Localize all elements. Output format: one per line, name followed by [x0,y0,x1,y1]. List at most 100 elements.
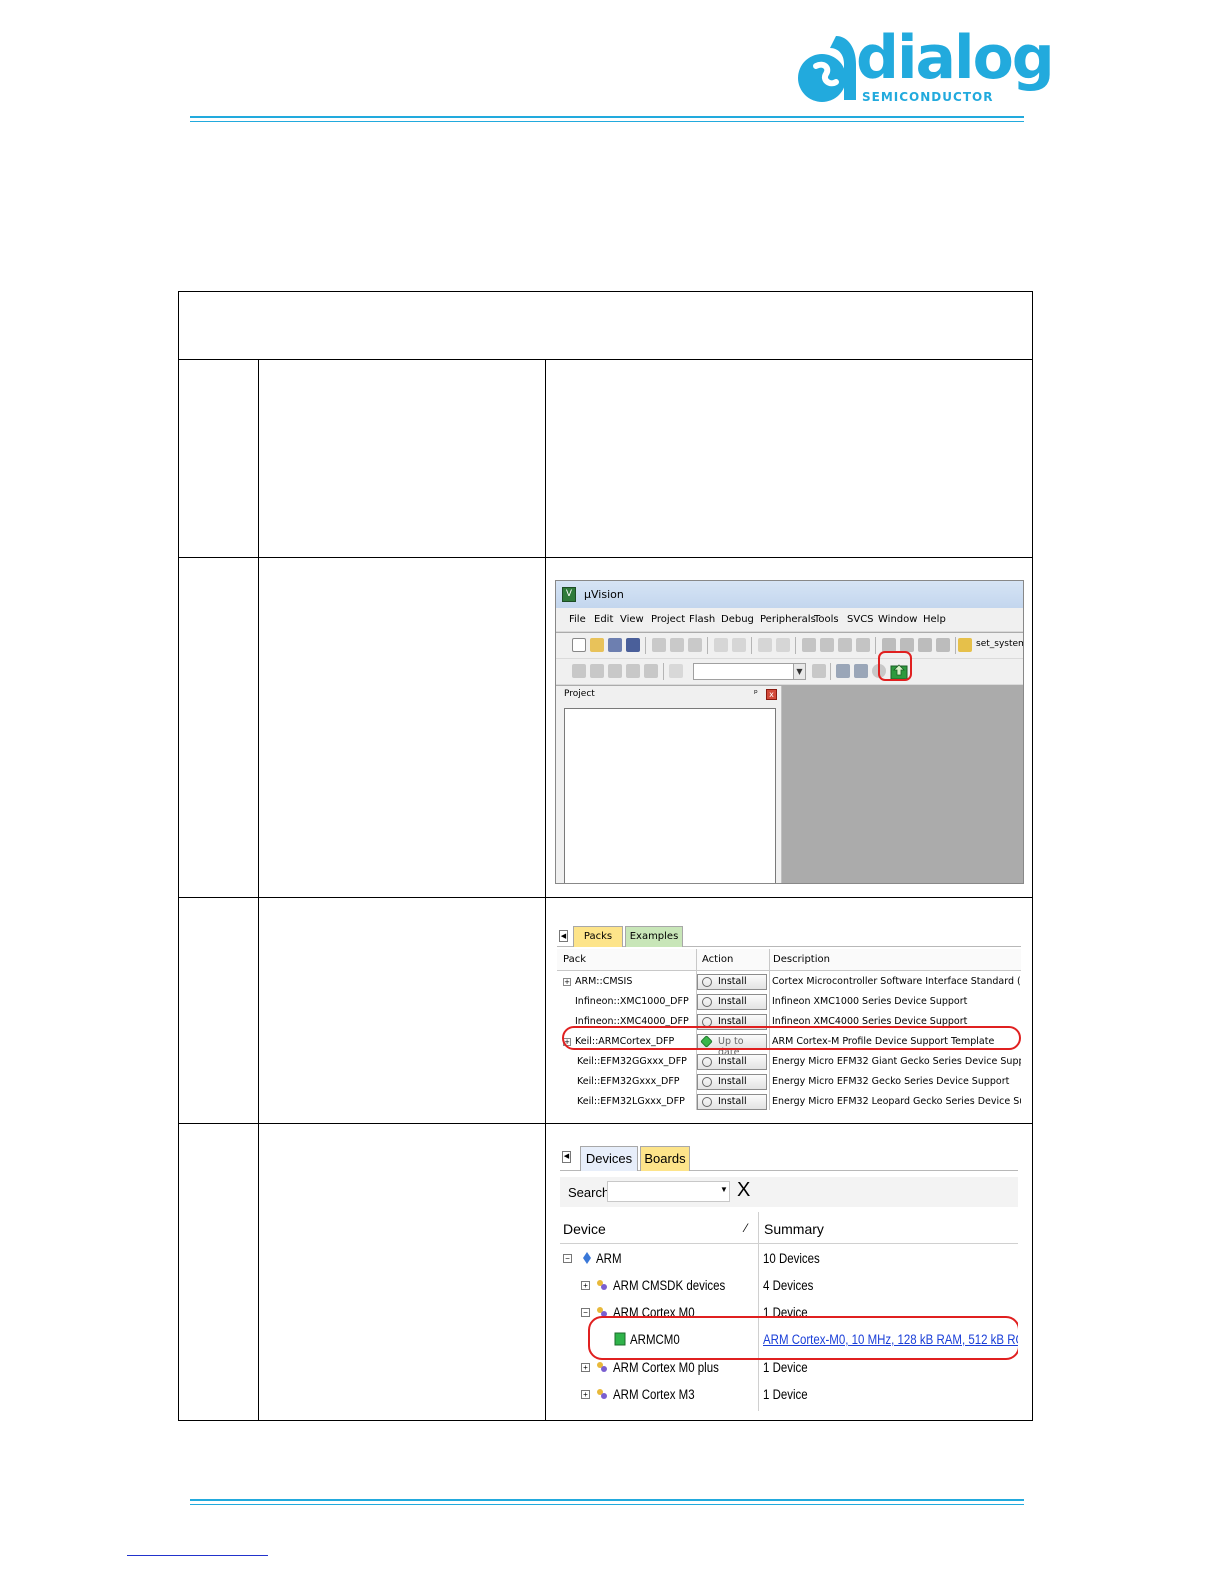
column-summary[interactable]: Summary [764,1221,824,1237]
save-all-icon[interactable] [626,638,640,652]
nav-forward-icon[interactable] [776,638,790,652]
translate-icon[interactable] [572,664,586,678]
menu-peripherals[interactable]: Peripherals [760,614,816,625]
manage-project-items-icon[interactable] [836,664,850,678]
uvision-menubar: File Edit View Project Flash Debug Perip… [556,608,1023,632]
device-name: ARM [596,1251,622,1266]
toolbar-separator [707,637,708,654]
menu-file[interactable]: File [569,614,586,625]
tab-packs[interactable]: Packs [573,926,623,947]
table-row[interactable]: Keil::EFM32LGxxx_DFP Install Energy Micr… [557,1092,1021,1110]
undo-icon[interactable] [714,638,728,652]
target-select[interactable]: ▼ [693,663,806,680]
expand-icon[interactable]: + [563,978,571,986]
stop-build-icon[interactable] [644,664,658,678]
chevron-left-icon[interactable]: ◀ [559,930,568,942]
rebuild-icon[interactable] [608,664,622,678]
table-row[interactable]: + ARM::CMSIS Install Cortex Microcontrol… [557,972,1021,992]
install-icon [702,1077,712,1087]
open-folder-icon[interactable] [590,638,604,652]
nav-back-icon[interactable] [758,638,772,652]
column-description[interactable]: Description [773,954,830,965]
bookmark-next-icon[interactable] [838,638,852,652]
search-input[interactable] [607,1181,730,1202]
menu-window[interactable]: Window [878,614,917,625]
expand-icon[interactable]: + [581,1363,590,1372]
menu-debug[interactable]: Debug [721,614,754,625]
highlight-ring [878,651,912,681]
install-button[interactable]: Install [697,1074,767,1090]
footer-rule [190,1499,1024,1501]
column-pack[interactable]: Pack [563,954,586,965]
devices-header: Device ⁄ Summary [560,1212,1018,1244]
menu-svcs[interactable]: SVCS [847,614,874,625]
footer-rule-thin [190,1504,1024,1505]
footer-link-underline[interactable] [127,1555,268,1556]
menu-tools[interactable]: Tools [814,614,839,625]
sort-icon[interactable]: ⁄ [745,1221,747,1235]
table-row[interactable]: Infineon::XMC1000_DFP Install Infineon X… [557,992,1021,1012]
install-button[interactable]: Install [697,994,767,1010]
install-button[interactable]: Install [697,974,767,990]
batch-build-icon[interactable] [626,664,640,678]
tree-row[interactable]: − ARM 10 Devices [560,1245,1018,1272]
bookmark-icon[interactable] [802,638,816,652]
menu-flash[interactable]: Flash [689,614,715,625]
device-family-icon [597,1280,607,1290]
chevron-left-icon[interactable]: ◀ [562,1151,571,1163]
tab-devices[interactable]: Devices [580,1146,638,1171]
paste-icon[interactable] [688,638,702,652]
tree-row[interactable]: + ARM Cortex M3 1 Device [560,1381,1018,1408]
select-packs-icon[interactable] [854,664,868,678]
expand-icon[interactable]: + [581,1390,590,1399]
comment-icon[interactable] [918,638,932,652]
redo-icon[interactable] [732,638,746,652]
menu-project[interactable]: Project [651,614,685,625]
collapse-icon[interactable]: − [563,1254,572,1263]
table-row[interactable]: Keil::EFM32GGxxx_DFP Install Energy Micr… [557,1052,1021,1072]
project-tree[interactable] [564,708,776,883]
column-action[interactable]: Action [702,954,733,965]
table-row-divider [179,1123,1032,1124]
tab-boards[interactable]: Boards [640,1146,690,1171]
uvision-title: µVision [584,588,624,601]
toolbar-separator [955,637,956,654]
pack-description: Energy Micro EFM32 Gecko Series Device S… [772,1076,1010,1087]
table-row[interactable]: Keil::EFM32Gxxx_DFP Install Energy Micro… [557,1072,1021,1092]
install-button[interactable]: Install [697,1094,767,1110]
indent-icon[interactable] [882,638,896,652]
new-file-icon[interactable] [572,638,586,652]
collapse-icon[interactable]: − [581,1308,590,1317]
table-row-divider [179,359,1032,360]
menu-help[interactable]: Help [923,614,946,625]
device-summary: 1 Device [763,1360,808,1375]
column-device[interactable]: Device [563,1221,606,1237]
tab-examples[interactable]: Examples [625,926,683,947]
clear-search-icon[interactable]: X [737,1180,750,1200]
pack-name: Keil::EFM32LGxxx_DFP [577,1096,685,1107]
menu-edit[interactable]: Edit [594,614,613,625]
save-icon[interactable] [608,638,622,652]
unindent-icon[interactable] [900,638,914,652]
find-in-files-icon[interactable] [958,638,972,652]
devices-tabbar: ◀ Devices Boards [560,1143,1018,1171]
logo-subtitle: SEMICONDUCTOR [862,90,994,104]
chevron-down-icon[interactable]: ▼ [793,664,805,679]
bookmark-clear-icon[interactable] [856,638,870,652]
cut-icon[interactable] [652,638,666,652]
tree-row[interactable]: + ARM CMSDK devices 4 Devices [560,1272,1018,1299]
pin-icon[interactable]: ᵖ [754,689,758,699]
target-options-icon[interactable] [812,664,826,678]
bookmark-prev-icon[interactable] [820,638,834,652]
expand-icon[interactable]: + [581,1281,590,1290]
chevron-down-icon[interactable]: ▼ [720,1185,728,1194]
build-icon[interactable] [590,664,604,678]
header-rule-thin [190,121,1024,122]
install-button[interactable]: Install [697,1054,767,1070]
menu-view[interactable]: View [620,614,644,625]
uncomment-icon[interactable] [936,638,950,652]
copy-icon[interactable] [670,638,684,652]
toolbar-find-combo[interactable]: set_system_ [976,639,1023,649]
download-icon[interactable] [669,664,683,678]
close-icon[interactable]: x [766,689,777,700]
